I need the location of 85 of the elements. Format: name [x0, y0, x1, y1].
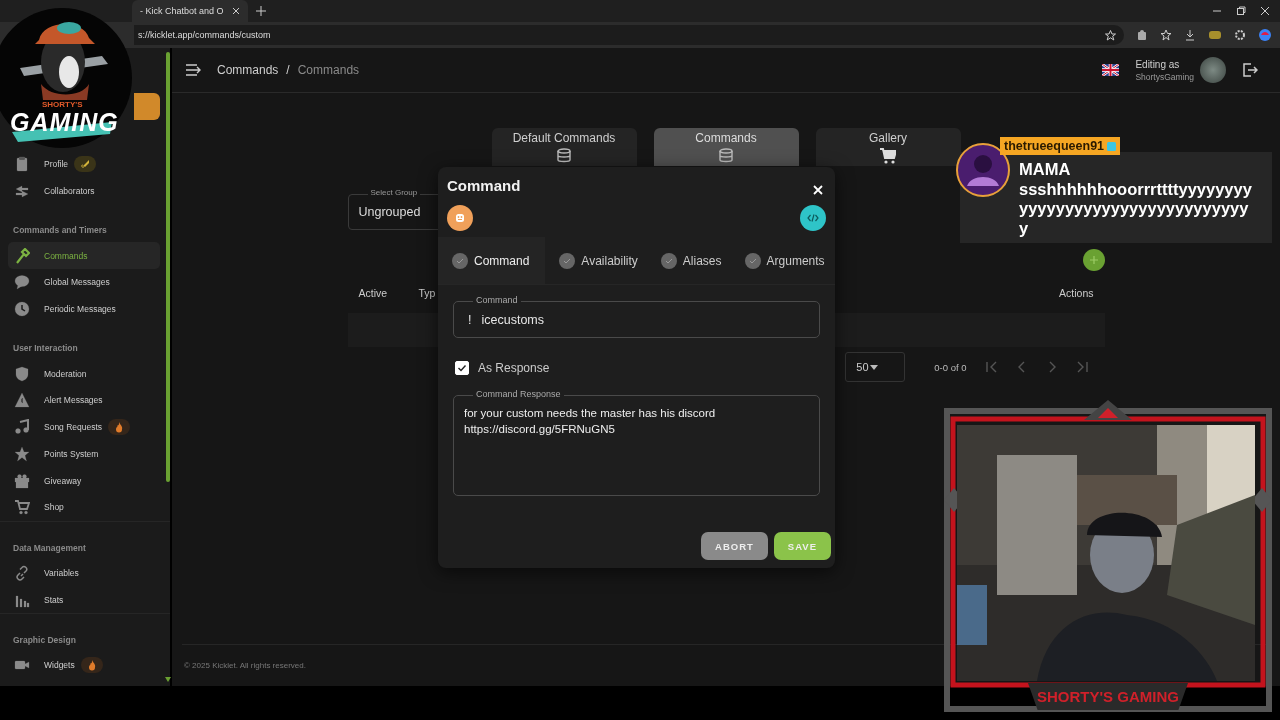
code-button[interactable]: [800, 205, 826, 231]
breadcrumb-item: Commands: [297, 63, 360, 77]
tab[interactable]: Commands: [653, 128, 799, 166]
gift-icon: [14, 472, 30, 489]
clipboard-icon: [14, 156, 30, 173]
close-icon[interactable]: [231, 7, 240, 15]
checkbox[interactable]: [455, 361, 469, 375]
cart-icon: [14, 499, 30, 516]
check-circle-icon: [744, 252, 761, 269]
column-header[interactable]: Typ: [418, 287, 436, 299]
sidebar-item[interactable]: Giveaway: [8, 467, 160, 494]
sidebar-item[interactable]: Song Requests: [8, 413, 160, 441]
close-icon[interactable]: [1260, 6, 1270, 16]
scrollbar[interactable]: [166, 52, 170, 482]
sidebar-item[interactable]: Collaborators: [8, 177, 160, 205]
logo-text: SHORTY'S: [40, 100, 85, 109]
logo-text: GAMING: [10, 108, 119, 137]
cart-icon: [880, 147, 896, 164]
hammer-icon: [14, 247, 30, 264]
speech-bubble-icon: [14, 274, 30, 291]
webcam-banner: SHORTY'S GAMING: [1028, 683, 1188, 710]
sidebar-item[interactable]: Global Messages: [8, 269, 160, 296]
clock-icon: [14, 301, 30, 318]
page-range: 0-0 of 0: [934, 361, 967, 373]
logout-icon[interactable]: [1242, 62, 1258, 78]
breadcrumb-separator: /: [286, 63, 290, 77]
sidebar-item[interactable]: Alert Messages: [8, 387, 160, 414]
database-icon: [718, 147, 734, 164]
caret-icon: [870, 364, 879, 370]
sidebar-item[interactable]: Stats: [8, 586, 160, 613]
new-tab-icon[interactable]: [255, 6, 266, 16]
arrows-icon: [14, 183, 30, 200]
rows-per-page-select[interactable]: 50: [845, 352, 906, 382]
emoji-button[interactable]: [447, 205, 473, 231]
restore-icon[interactable]: [1236, 6, 1246, 16]
editing-label: Editing as: [1135, 58, 1181, 70]
star-icon: [14, 445, 30, 462]
database-icon: [556, 147, 572, 164]
column-header[interactable]: Active: [358, 287, 419, 299]
check-icon: [457, 363, 467, 373]
section-heading: User Interaction: [13, 342, 79, 356]
warning-icon: [14, 392, 30, 409]
breadcrumb-item[interactable]: Commands: [217, 63, 279, 77]
check-circle-icon: [660, 252, 677, 269]
section-heading: Data Management: [13, 541, 87, 555]
user-avatar[interactable]: [1200, 57, 1226, 83]
menu-icon[interactable]: [185, 63, 201, 77]
star-icon[interactable]: [1105, 29, 1116, 41]
chat-message: MAMA ssshhhhhhooorrrttttyyyyyyyyyyyyyyyyyyyyyyyyyyyyyyyyyy: [1019, 160, 1253, 238]
step-tab[interactable]: Command: [438, 237, 546, 284]
address-bar[interactable]: s://kicklet.app/commands/custom: [134, 25, 1124, 45]
sidebar-button[interactable]: [134, 93, 160, 120]
sidebar-item[interactable]: Variables: [8, 559, 160, 587]
section-heading: Commands and Timers: [13, 224, 108, 238]
step-tab[interactable]: Arguments: [730, 237, 834, 284]
column-header[interactable]: Actions: [1059, 287, 1094, 299]
sidebar-item[interactable]: Points System: [8, 440, 160, 468]
browser-tab[interactable]: - Kick Chatbot and O: [132, 0, 248, 22]
sidebar-item[interactable]: Widgets: [8, 651, 160, 679]
flag-icon[interactable]: [1102, 64, 1120, 76]
scroll-down-icon[interactable]: [165, 677, 171, 682]
copyright-text: © 2025 Kicklet. All rights reserved.: [184, 661, 306, 670]
sidebar-item[interactable]: Periodic Messages: [8, 295, 160, 323]
section-heading: Graphic Design: [13, 633, 77, 647]
step-tab[interactable]: Aliases: [646, 237, 731, 284]
check-circle-icon: [452, 252, 468, 269]
favorites-icon[interactable]: [1160, 29, 1172, 41]
chat-username: thetrueequeen91: [1000, 137, 1121, 155]
add-button[interactable]: [1082, 249, 1105, 271]
step-tab[interactable]: Availability: [545, 237, 647, 284]
link-icon: [14, 564, 30, 581]
first-page-icon[interactable]: [984, 361, 999, 373]
tab[interactable]: Gallery: [815, 128, 961, 166]
sidebar-item[interactable]: Moderation: [8, 360, 160, 388]
download-icon[interactable]: [1184, 29, 1196, 41]
check-circle-icon: [559, 252, 576, 269]
badge-icon: [1107, 141, 1117, 151]
tab[interactable]: Default Commands: [491, 128, 637, 166]
checkbox-label[interactable]: As Response: [478, 361, 550, 375]
sidebar-item[interactable]: Commands: [8, 242, 160, 270]
sidebar-item[interactable]: Shop: [8, 493, 160, 521]
music-note-icon: [14, 419, 30, 436]
shield-icon: [14, 365, 30, 382]
username: ShortysGaming: [1135, 71, 1194, 82]
sidebar-item[interactable]: Profile: [8, 151, 160, 178]
